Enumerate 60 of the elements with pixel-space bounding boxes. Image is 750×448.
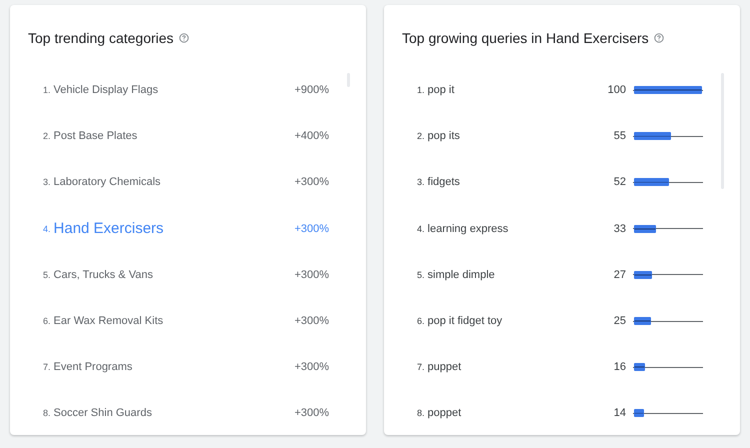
- query-text: pop it fidget toy: [428, 315, 504, 328]
- category-name: Vehicle Display Flags: [54, 84, 160, 96]
- query-value: 25: [614, 315, 626, 328]
- query-text: poppet: [428, 407, 462, 420]
- rank-number: 5.: [43, 270, 51, 280]
- rank-number: 3.: [417, 177, 425, 188]
- rank-number: 1.: [43, 85, 51, 96]
- category-name: Post Base Plates: [54, 130, 138, 142]
- change-percent: +300%: [294, 315, 329, 328]
- query-value: 100: [608, 84, 626, 96]
- rank-number: 4.: [43, 224, 51, 234]
- rank-number: 1.: [417, 85, 425, 96]
- category-name: Ear Wax Removal Kits: [54, 315, 164, 328]
- change-percent: +300%: [294, 361, 329, 374]
- query-text: simple dimple: [428, 268, 496, 281]
- change-percent: +400%: [294, 130, 329, 142]
- category-row[interactable]: 3. Laboratory Chemicals +300%: [28, 159, 350, 206]
- change-percent: +300%: [294, 176, 329, 188]
- query-value: 33: [614, 222, 626, 235]
- rank-number: 4.: [417, 224, 425, 234]
- category-row[interactable]: 2. Post Base Plates +400%: [28, 113, 350, 160]
- category-row[interactable]: 7. Event Programs +300%: [28, 344, 350, 390]
- change-percent: +300%: [294, 268, 329, 281]
- query-value: 27: [614, 268, 626, 281]
- rank-number: 7.: [417, 362, 425, 372]
- category-name: Soccer Shin Guards: [54, 407, 153, 420]
- category-row[interactable]: 6. Ear Wax Removal Kits +300%: [28, 298, 350, 344]
- query-text: puppet: [428, 361, 462, 374]
- query-text: pop it: [428, 84, 456, 96]
- rank-number: 8.: [43, 408, 51, 418]
- rank-number: 7.: [43, 362, 51, 372]
- category-row[interactable]: 1. Vehicle Display Flags +900%: [28, 67, 350, 114]
- panel-title: Top growing queries in Hand Exercisers: [402, 30, 649, 46]
- query-text: learning express: [428, 222, 510, 235]
- rank-number: 3.: [43, 177, 51, 188]
- category-name: Hand Exercisers: [54, 220, 165, 238]
- change-percent: +300%: [294, 407, 329, 420]
- query-text: pop its: [428, 130, 461, 142]
- category-row[interactable]: 8. Soccer Shin Guards +300%: [28, 390, 350, 436]
- rank-number: 5.: [417, 270, 425, 280]
- query-value: 16: [614, 361, 626, 374]
- help-icon[interactable]: [178, 33, 189, 43]
- query-value: 14: [614, 407, 626, 420]
- change-percent: +900%: [294, 84, 329, 96]
- category-name: Laboratory Chemicals: [54, 176, 162, 188]
- help-icon[interactable]: [654, 33, 664, 43]
- category-name: Event Programs: [54, 361, 134, 374]
- query-value: 52: [614, 176, 626, 188]
- category-row[interactable]: 5. Cars, Trucks & Vans +300%: [28, 252, 350, 298]
- rank-number: 6.: [417, 316, 425, 326]
- rank-number: 2.: [43, 131, 51, 142]
- change-percent: +300%: [294, 222, 329, 235]
- category-row[interactable]: 4. Hand Exercisers +300%: [28, 206, 350, 252]
- query-value: 55: [614, 130, 626, 142]
- panel-title: Top trending categories: [28, 30, 174, 46]
- category-name: Cars, Trucks & Vans: [54, 268, 154, 281]
- rank-number: 6.: [43, 316, 51, 326]
- rank-number: 2.: [417, 131, 425, 142]
- query-text: fidgets: [428, 176, 461, 188]
- rank-number: 8.: [417, 408, 425, 418]
